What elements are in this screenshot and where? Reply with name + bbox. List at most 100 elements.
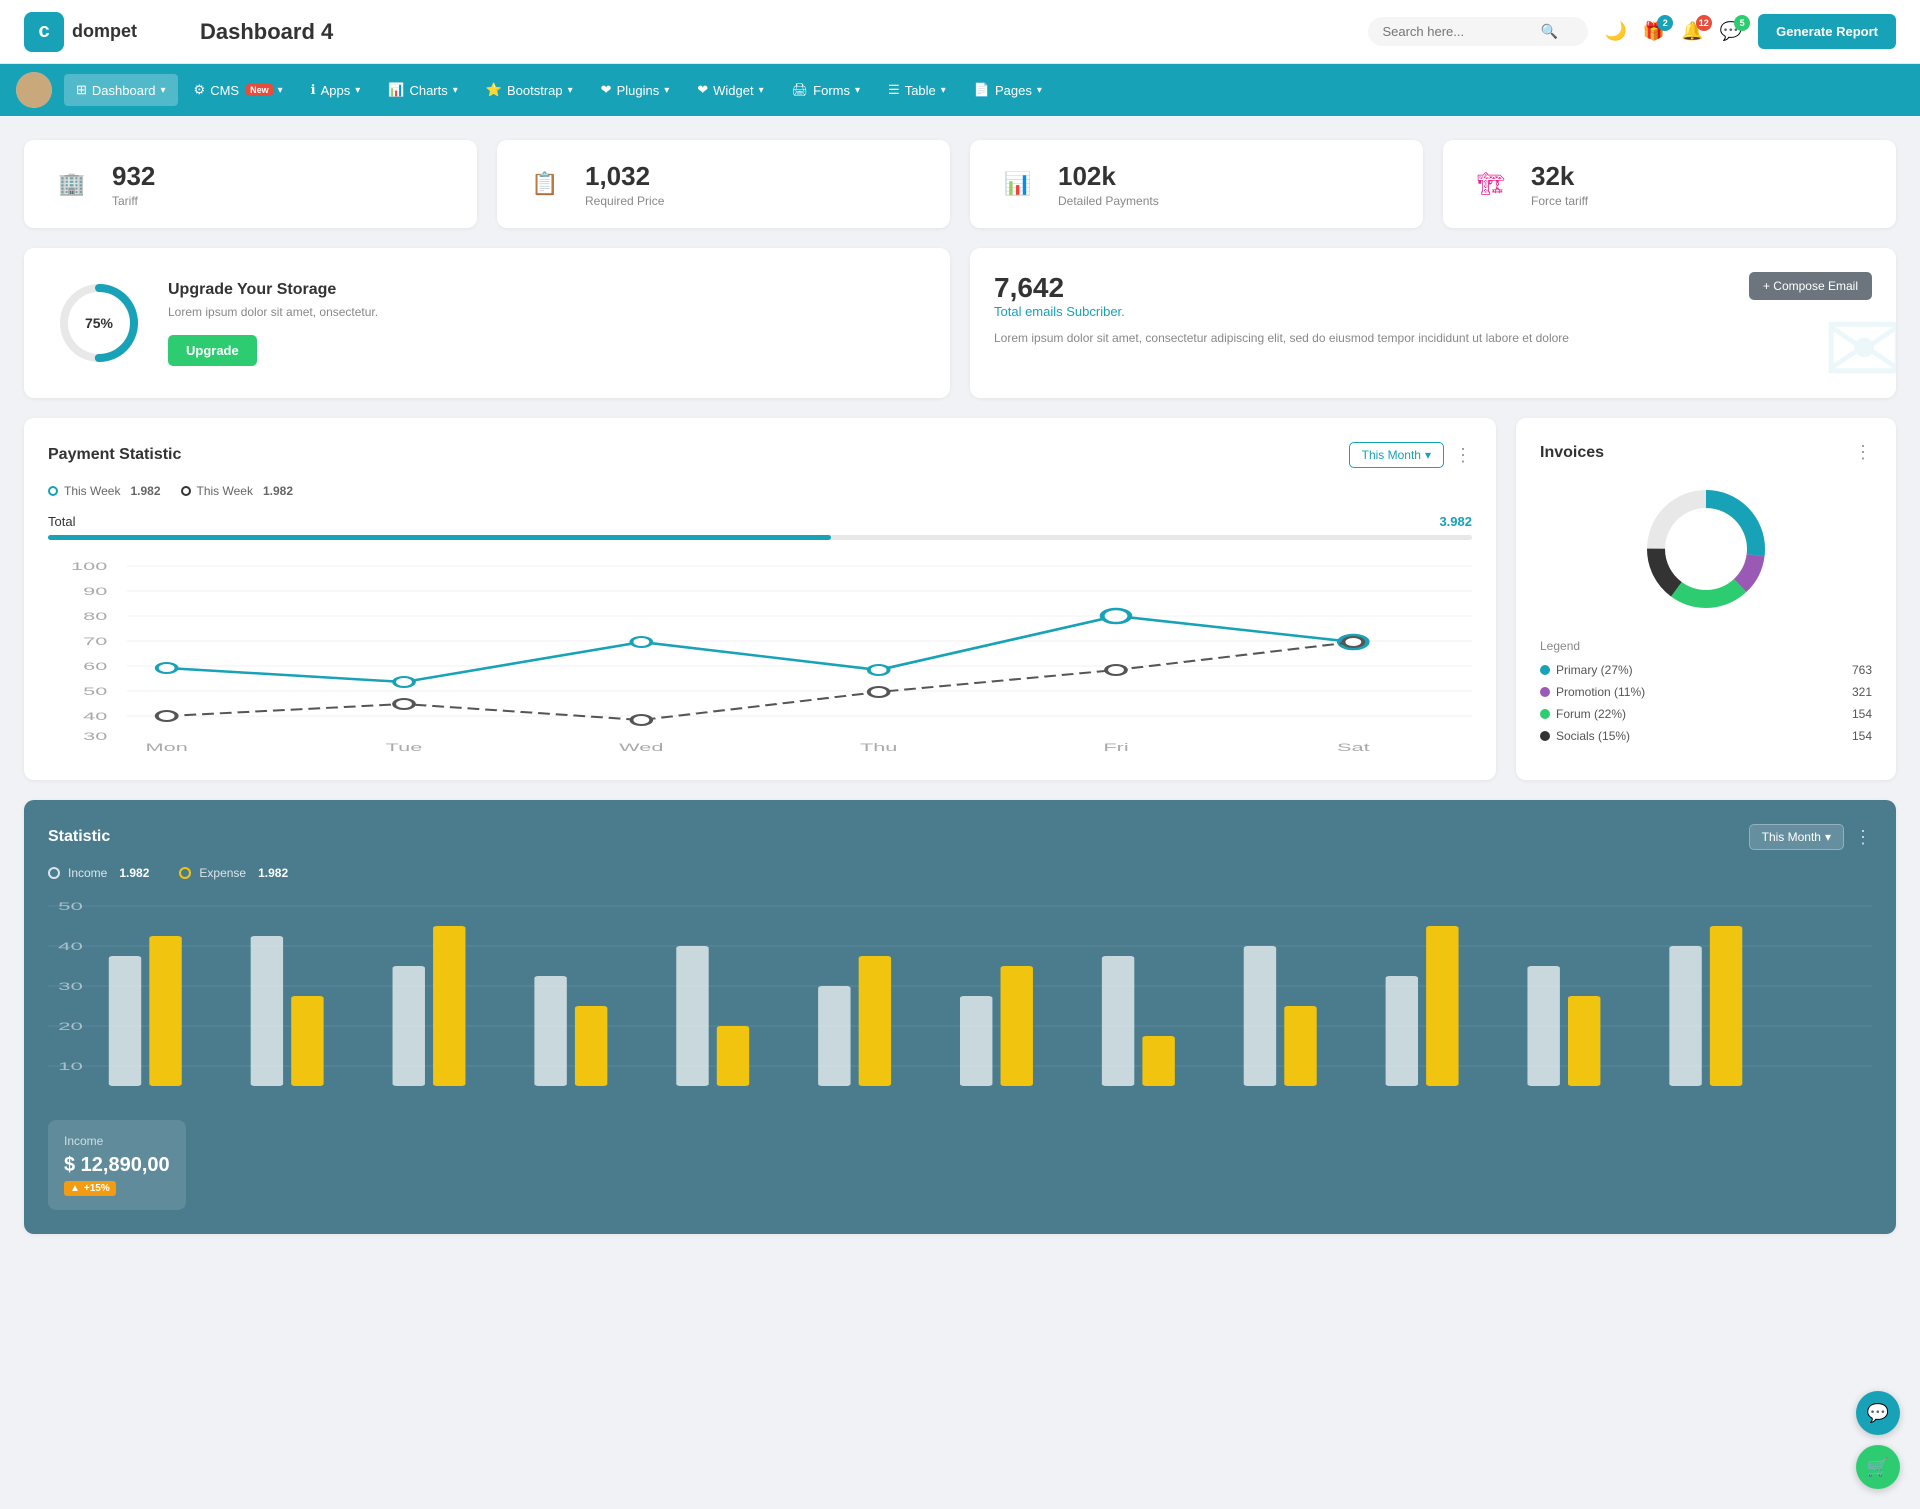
invoices-more-icon[interactable]: ⋮ [1854,442,1872,463]
this-month-button[interactable]: This Month ▾ [1349,442,1444,468]
force-tariff-value: 32k [1531,161,1588,192]
stat-cards-grid: 🏢 932 Tariff 📋 1,032 Required Price 📊 10… [24,140,1896,228]
nav-item-forms[interactable]: 🖨 Forms ▾ [780,74,872,106]
chat-badge: 5 [1734,15,1750,31]
statistic-month-button[interactable]: This Month ▾ [1749,824,1844,850]
fab-support-button[interactable]: 💬 [1856,1391,1900,1435]
svg-text:Sat: Sat [1337,741,1370,754]
income-legend-dot [48,867,60,879]
svg-text:Thu: Thu [860,741,897,754]
forms-nav-label: Forms [813,83,850,98]
statistic-more-icon[interactable]: ⋮ [1854,827,1872,848]
nav-item-dashboard[interactable]: ⊞ Dashboard ▾ [64,74,178,106]
income-panel-value: $ 12,890,00 [64,1154,170,1177]
generate-report-button[interactable]: Generate Report [1758,14,1896,49]
table-nav-icon: ☰ [888,82,900,98]
invoices-donut-container [1540,479,1872,619]
avatar [16,72,52,108]
fab-cart-button[interactable]: 🛒 [1856,1445,1900,1489]
gift-icon[interactable]: 🎁 2 [1643,21,1665,42]
income-panel-title: Income [64,1134,170,1148]
payment-chart-area: 100 90 80 70 60 50 40 30 [48,556,1472,756]
cms-nav-label: CMS [210,83,239,98]
cms-arrow-icon: ▾ [278,85,283,96]
svg-text:90: 90 [83,585,107,598]
statistic-month-label: This Month [1762,830,1821,844]
svg-text:40: 40 [83,710,107,723]
notification-icon[interactable]: 🔔 12 [1681,21,1703,42]
payment-more-icon[interactable]: ⋮ [1454,445,1472,466]
pages-arrow-icon: ▾ [1037,85,1042,96]
payment-line-chart: 100 90 80 70 60 50 40 30 [48,556,1472,756]
svg-text:20: 20 [58,1020,83,1033]
total-row: Total 3.982 [48,514,1472,529]
payment-card: Payment Statistic This Month ▾ ⋮ This We… [24,418,1496,780]
widget-nav-label: Widget [713,83,753,98]
legend-val-2: 1.982 [263,484,293,498]
dark-mode-icon[interactable]: 🌙 [1604,21,1626,42]
svg-text:40: 40 [58,940,83,953]
income-panel-badge: ▲ +15% [64,1181,116,1196]
plugins-nav-label: Plugins [617,83,660,98]
month-dropdown-arrow: ▾ [1425,448,1431,462]
email-card: 7,642 Total emails Subcriber. Lorem ipsu… [970,248,1896,398]
legend-this-week-1: This Week 1.982 [48,484,161,498]
nav-item-cms[interactable]: ⚙ CMS New ▾ [182,74,295,106]
nav-item-widget[interactable]: ❤ Widget ▾ [685,74,775,106]
apps-nav-icon: ℹ [311,82,316,98]
tariff-icon: 🏢 [48,160,96,208]
svg-text:30: 30 [83,730,107,743]
income-legend-label: Income [68,866,107,880]
nav-item-apps[interactable]: ℹ Apps ▾ [299,74,373,106]
statistic-bar-chart: 50 40 30 20 10 [48,896,1872,1096]
forum-legend-label: Forum (22%) [1556,707,1626,721]
stat-card-force-tariff: 🏗 32k Force tariff [1443,140,1896,228]
statistic-panels: Income $ 12,890,00 ▲ +15% [48,1104,1872,1210]
payment-legend: This Week 1.982 This Week 1.982 [48,484,1472,498]
payment-title: Payment Statistic [48,446,181,464]
logo-text: dompet [72,21,137,42]
plugins-arrow-icon: ▾ [664,85,669,96]
gift-badge: 2 [1657,15,1673,31]
svg-text:100: 100 [71,560,107,573]
storage-percent-label: 75% [85,315,113,331]
table-nav-label: Table [905,83,936,98]
invoices-card: Invoices ⋮ Legend [1516,418,1896,780]
statistic-bar-chart-area: 50 40 30 20 10 [48,896,1872,1096]
legend-label-1: This Week [64,484,120,498]
email-description: Lorem ipsum dolor sit amet, consectetur … [994,329,1569,347]
required-price-label: Required Price [585,194,664,208]
charts-nav-label: Charts [409,83,447,98]
nav-item-plugins[interactable]: ❤ Plugins ▾ [589,74,682,106]
nav-item-table[interactable]: ☰ Table ▾ [876,74,958,106]
svg-text:Tue: Tue [386,741,423,754]
total-progress-bar [48,535,1472,540]
table-arrow-icon: ▾ [941,85,946,96]
expense-legend-item: Expense 1.982 [179,866,288,880]
svg-text:70: 70 [83,635,107,648]
statistic-month-arrow: ▾ [1825,830,1831,844]
chat-icon[interactable]: 💬 5 [1720,21,1742,42]
forum-dot [1540,709,1550,719]
forum-legend-value: 154 [1852,707,1872,721]
cms-nav-icon: ⚙ [194,82,206,98]
nav-item-pages[interactable]: 📄 Pages ▾ [962,74,1054,106]
legend-this-week-2: This Week 1.982 [181,484,294,498]
legend-dot-dark [181,486,191,496]
stat-card-required-price: 📋 1,032 Required Price [497,140,950,228]
nav-item-bootstrap[interactable]: ⭐ Bootstrap ▾ [474,74,585,106]
email-card-header: 7,642 Total emails Subcriber. Lorem ipsu… [994,272,1872,347]
dashboard-arrow-icon: ▾ [161,85,166,96]
svg-text:Wed: Wed [619,741,663,754]
nav-item-charts[interactable]: 📊 Charts ▾ [376,74,470,106]
promotion-legend-label: Promotion (11%) [1556,685,1645,699]
storage-donut: 75% [54,278,144,368]
search-input[interactable] [1382,24,1532,39]
statistic-controls: This Month ▾ ⋮ [1749,824,1872,850]
search-icon: 🔍 [1540,23,1557,40]
plugins-nav-icon: ❤ [601,82,612,98]
detailed-payments-value: 102k [1058,161,1159,192]
svg-text:10: 10 [58,1060,83,1073]
upgrade-button[interactable]: Upgrade [168,335,257,366]
storage-description: Lorem ipsum dolor sit amet, onsectetur. [168,305,378,319]
